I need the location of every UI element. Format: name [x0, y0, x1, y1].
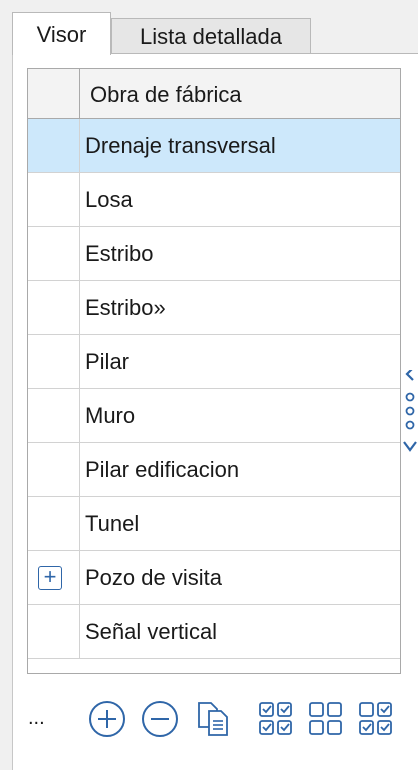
row-label: Pilar edificacion [85, 457, 240, 482]
row-label: Losa [85, 187, 133, 212]
add-circle-icon[interactable] [88, 700, 126, 738]
expand-plus-icon[interactable]: + [38, 566, 62, 590]
table-row[interactable]: Losa [28, 173, 400, 227]
check-all-icon[interactable] [257, 700, 295, 738]
table-row[interactable]: Pilar [28, 335, 400, 389]
row-selector[interactable]: + [28, 551, 80, 604]
row-selector[interactable] [28, 443, 80, 496]
column-header-obra[interactable]: Obra de fábrica [90, 69, 242, 118]
row-label: Muro [85, 403, 136, 428]
table-row[interactable]: Drenaje transversal [28, 119, 400, 173]
table-row[interactable]: Pilar edificacion [28, 443, 400, 497]
row-selector[interactable] [28, 119, 80, 172]
tab-visor[interactable]: Visor [12, 12, 111, 55]
copy-document-icon[interactable] [195, 700, 233, 738]
table-row[interactable]: Estribo [28, 227, 400, 281]
grid-header: Obra de fábrica [28, 69, 400, 119]
row-label: Pilar [85, 349, 130, 374]
tab-bar: Lista detallada Visor [0, 0, 418, 55]
row-selector[interactable] [28, 227, 80, 280]
tab-lista-detallada[interactable]: Lista detallada [111, 18, 311, 53]
row-label: Señal vertical [85, 619, 218, 644]
toggle-check-icon[interactable] [357, 700, 395, 738]
row-label: Estribo» [85, 295, 166, 320]
row-selector[interactable] [28, 497, 80, 550]
row-selector[interactable] [28, 173, 80, 226]
uncheck-all-icon[interactable] [307, 700, 345, 738]
row-selector[interactable] [28, 281, 80, 334]
table-row[interactable]: Muro [28, 389, 400, 443]
side-collapse-icon[interactable] [400, 367, 418, 454]
table-row[interactable]: Tunel [28, 497, 400, 551]
row-label: Pozo de visita [85, 565, 222, 590]
row-label: Estribo [85, 241, 154, 266]
row-selector-header[interactable] [28, 69, 80, 118]
row-label: Drenaje transversal [85, 133, 276, 158]
obra-fabrica-grid: Obra de fábrica Drenaje transversal Losa… [27, 68, 401, 674]
row-selector[interactable] [28, 605, 80, 658]
row-selector[interactable] [28, 335, 80, 388]
remove-circle-icon[interactable] [141, 700, 179, 738]
row-selector[interactable] [28, 389, 80, 442]
table-row[interactable]: + Pozo de visita [28, 551, 400, 605]
table-row[interactable]: Señal vertical [28, 605, 400, 659]
more-options-button[interactable]: ... [28, 708, 45, 728]
row-label: Tunel [85, 511, 140, 536]
table-row[interactable]: Estribo» [28, 281, 400, 335]
